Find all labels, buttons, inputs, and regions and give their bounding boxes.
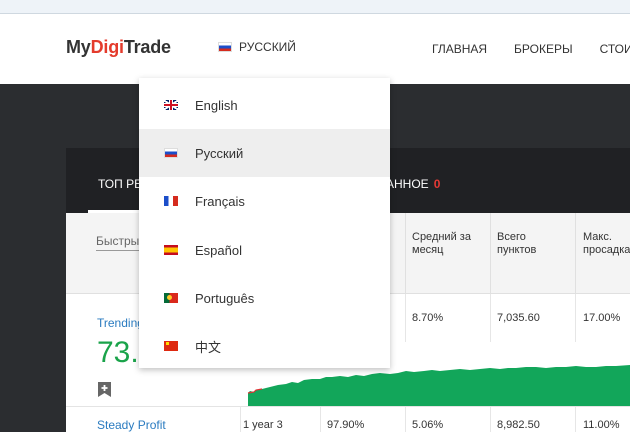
column-header-line: Всего [497, 231, 526, 243]
language-option-label: 中文 [195, 339, 222, 355]
column-divider [490, 407, 491, 432]
favorites-count-badge: 0 [433, 177, 441, 191]
column-header-monthly-avg[interactable]: Средний за месяц [412, 231, 471, 257]
column-divider [405, 407, 406, 432]
language-option-label: Русский [195, 145, 244, 161]
logo-text-my: My [66, 37, 91, 57]
column-divider [575, 294, 576, 342]
main-nav: ГЛАВНАЯ БРОКЕРЫ СТОИМ [432, 42, 630, 56]
language-option-label: Español [195, 242, 242, 258]
browser-top-strip [0, 0, 630, 14]
table-row[interactable]: Steady Profit 1 year 3 97.90% 5.06% 8,98… [66, 407, 630, 432]
column-header-line: Макс. [583, 231, 612, 243]
column-divider [405, 213, 406, 293]
uk-flag-icon [164, 100, 178, 110]
china-flag-icon [164, 341, 178, 351]
add-to-favorites-icon[interactable] [98, 382, 111, 397]
language-dropdown: English Русский Français Español Portugu… [139, 78, 390, 368]
language-option-label: Français [195, 193, 245, 209]
column-divider [240, 407, 241, 432]
language-option-english[interactable]: English [139, 81, 390, 129]
site-header: MyDigiTrade РУССКИЙ ГЛАВНАЯ БРОКЕРЫ СТОИ… [0, 14, 630, 84]
column-divider [575, 407, 576, 432]
tab-favorites[interactable]: АННОЕ 0 [386, 177, 440, 191]
logo-text-digi: Digi [90, 37, 124, 57]
russia-flag-icon [218, 42, 232, 52]
total-points-cell: 8,982.50 [497, 419, 540, 431]
column-header-line: Средний за [412, 231, 471, 243]
win-rate-cell: 97.90% [327, 419, 365, 431]
language-option-label: English [195, 97, 238, 113]
site-logo[interactable]: MyDigiTrade [66, 37, 171, 58]
nav-item-brokers[interactable]: БРОКЕРЫ [514, 42, 573, 56]
language-option-label: Português [195, 290, 255, 306]
column-header-total-points[interactable]: Всего пунктов [497, 231, 536, 257]
language-option-russian[interactable]: Русский [139, 129, 390, 177]
language-selector[interactable]: РУССКИЙ [218, 40, 296, 54]
nav-item-pricing[interactable]: СТОИМ [600, 42, 630, 56]
spain-flag-icon [164, 245, 178, 255]
column-divider [575, 213, 576, 293]
max-drawdown-cell: 17.00% [583, 312, 621, 324]
column-header-line: месяц [412, 244, 444, 256]
column-divider [490, 294, 491, 342]
portugal-flag-icon [164, 293, 178, 303]
column-header-line: пунктов [497, 244, 537, 256]
strategy-name-link[interactable]: Steady Profit [97, 418, 166, 432]
monthly-avg-cell: 5.06% [412, 419, 444, 431]
total-points-cell: 7,035.60 [497, 312, 540, 324]
tab-favorites-label: АННОЕ [386, 177, 429, 191]
nav-item-home[interactable]: ГЛАВНАЯ [432, 42, 487, 56]
period-cell: 1 year 3 [243, 419, 283, 431]
language-option-french[interactable]: Français [139, 177, 390, 225]
max-drawdown-cell: 11.00% [583, 419, 620, 431]
language-option-portuguese[interactable]: Português [139, 274, 390, 322]
column-divider [405, 294, 406, 342]
russia-flag-icon [164, 148, 178, 158]
strategy-score: 73. [97, 336, 139, 369]
column-header-line: просадка [583, 244, 630, 256]
france-flag-icon [164, 196, 178, 206]
current-language-label: РУССКИЙ [239, 40, 296, 54]
column-divider [320, 407, 321, 432]
monthly-avg-cell: 8.70% [412, 312, 444, 324]
column-divider [490, 213, 491, 293]
strategy-name-link[interactable]: Trending [97, 316, 144, 330]
language-option-chinese[interactable]: 中文 [139, 322, 390, 370]
logo-text-trade: Trade [123, 37, 171, 57]
column-header-max-drawdown[interactable]: Макс. просадка [583, 231, 630, 257]
tab-top-ratings[interactable]: ТОП РЕ [98, 177, 142, 191]
language-option-spanish[interactable]: Español [139, 226, 390, 274]
